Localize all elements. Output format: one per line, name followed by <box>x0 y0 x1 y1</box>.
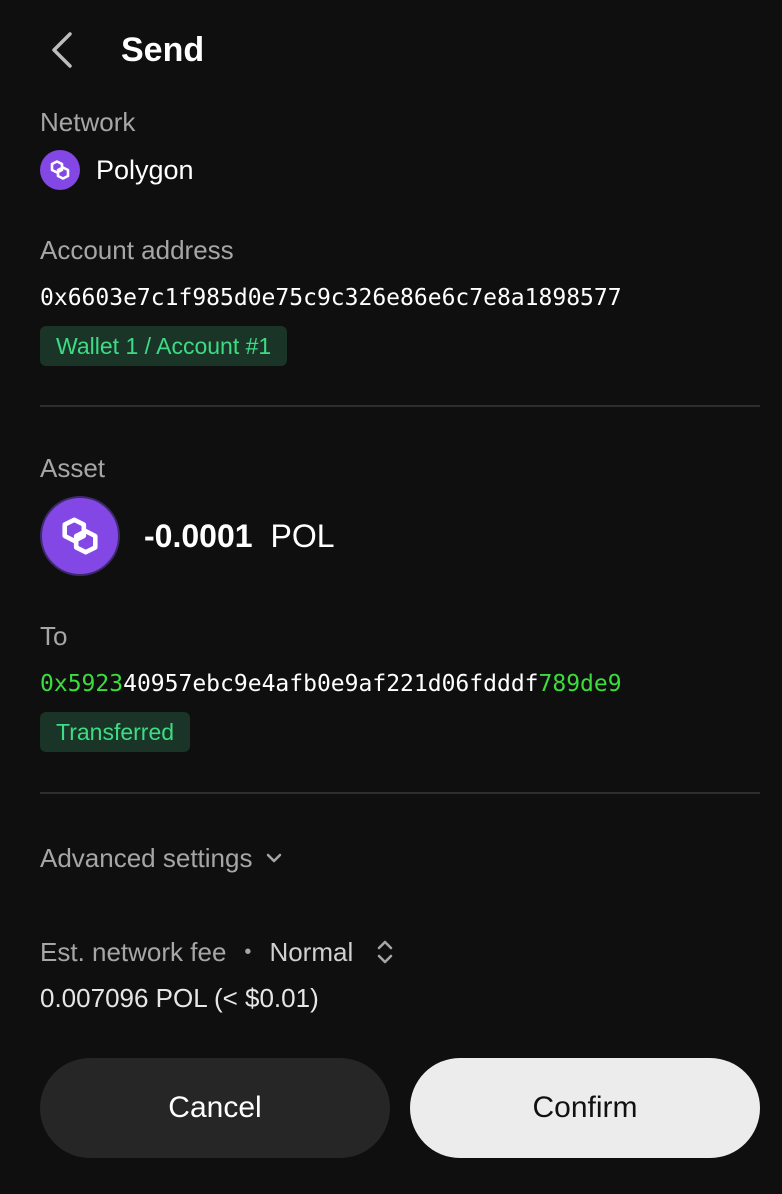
account-address: 0x6603e7c1f985d0e75c9c326e86e6c7e8a18985… <box>40 285 622 311</box>
network-fee-label: Est. network fee <box>40 936 227 967</box>
network-fee-value: 0.007096 POL (< $0.01) <box>40 983 319 1013</box>
section-divider <box>40 792 760 794</box>
network-row: Polygon <box>40 150 194 190</box>
polygon-logo-icon <box>40 150 80 190</box>
header: Send <box>0 0 782 100</box>
chevron-down-icon <box>264 848 284 868</box>
asset-label: Asset <box>40 453 106 483</box>
polygon-logo-icon <box>40 496 120 576</box>
cancel-button[interactable]: Cancel <box>40 1058 390 1158</box>
confirm-button[interactable]: Confirm <box>410 1058 760 1158</box>
page-title: Send <box>121 31 205 69</box>
chevron-left-icon <box>52 32 72 68</box>
asset-amount: -0.0001 <box>144 517 253 554</box>
wallet-account-badge: Wallet 1 / Account #1 <box>40 326 288 366</box>
network-fee-row: Est. network fee • Normal <box>40 932 397 972</box>
recipient-address-suffix: 789de9 <box>538 671 622 697</box>
back-button[interactable] <box>40 28 84 72</box>
account-address-label: Account address <box>40 235 234 265</box>
transfer-status-badge: Transferred <box>40 712 191 752</box>
advanced-settings-label: Advanced settings <box>40 842 253 873</box>
advanced-settings-toggle[interactable]: Advanced settings <box>40 838 284 878</box>
separator-dot: • <box>244 940 252 963</box>
recipient-address-middle: 40957ebc9e4afb0e9af221d06fdddf <box>123 671 539 697</box>
network-label: Network <box>40 107 136 137</box>
recipient-label: To <box>40 621 68 651</box>
asset-row: -0.0001 POL <box>40 496 335 576</box>
fee-speed-value[interactable]: Normal <box>269 937 353 968</box>
section-divider <box>40 405 760 407</box>
asset-symbol: POL <box>270 517 335 554</box>
recipient-address: 0x592340957ebc9e4afb0e9af221d06fdddf789d… <box>40 668 622 700</box>
up-down-chevron-icon[interactable] <box>373 936 397 968</box>
recipient-address-prefix: 0x5923 <box>40 671 124 697</box>
network-name: Polygon <box>96 154 194 185</box>
